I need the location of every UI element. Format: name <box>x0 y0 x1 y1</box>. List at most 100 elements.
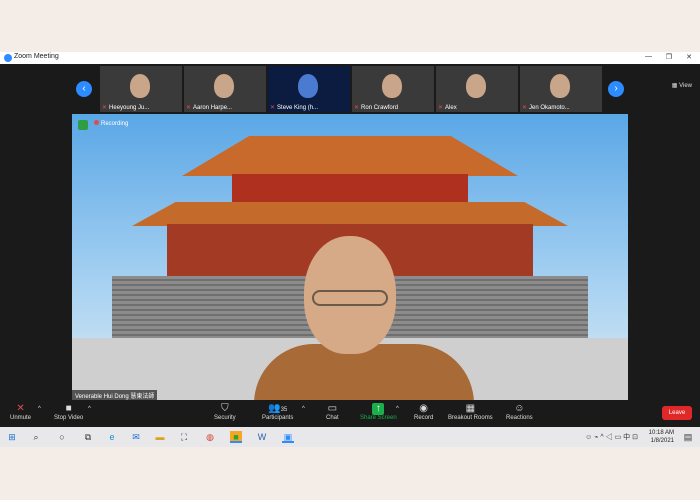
shield-icon: ⛉ <box>221 403 229 414</box>
participants-label: Participants <box>262 415 294 421</box>
input-method-label[interactable]: 中 <box>623 434 630 441</box>
participant-tile[interactable]: ✕ Aaron Harpe... <box>184 66 266 112</box>
record-label: Record <box>414 415 434 421</box>
temple-upper-hall <box>232 174 468 206</box>
reactions-button[interactable]: ☺ Reactions <box>506 403 533 421</box>
keyboard-icon[interactable]: ▭ <box>615 434 622 441</box>
reactions-label: Reactions <box>506 415 533 421</box>
unmute-label: Unmute <box>10 415 32 421</box>
share-screen-button[interactable]: ↑ Share Screen <box>360 403 397 421</box>
notification-center-icon[interactable]: ▤ <box>682 431 694 443</box>
security-button[interactable]: ⛉ Security <box>214 403 236 421</box>
chat-label: Chat <box>326 415 339 421</box>
zoom-taskbar-icon[interactable]: ▣ <box>282 431 294 443</box>
muted-mic-icon: ✕ <box>438 105 444 111</box>
window-title: Zoom Meeting <box>14 53 59 60</box>
breakout-rooms-label: Breakout Rooms <box>448 415 493 421</box>
windows-start-icon[interactable]: ⊞ <box>6 431 18 443</box>
participant-name: Jen Okamoto... <box>529 105 570 111</box>
participant-avatar <box>214 74 234 98</box>
search-icon[interactable]: ⌕ <box>30 431 42 443</box>
windows-taskbar: ⊞ ⌕ ○ ⧉ e ✉ ▬ ⛶ ◍ ■ W ▣ ☺ ⌁ ^ ◁ ▭ 中 ⊡ 10… <box>0 427 700 447</box>
line-app-icon[interactable]: ■ <box>230 431 242 443</box>
smiley-icon: ☺ <box>514 403 525 414</box>
minimize-icon[interactable]: — <box>645 53 652 60</box>
stop-video-label: Stop Video <box>54 415 84 421</box>
title-bar: Zoom Meeting — ❐ ✕ <box>0 52 700 64</box>
participant-name: Ron Crawford <box>361 105 399 111</box>
file-explorer-icon[interactable]: ▬ <box>154 431 166 443</box>
breakout-rooms-button[interactable]: ▦ Breakout Rooms <box>448 403 493 421</box>
stop-video-button[interactable]: ■ Stop Video <box>54 403 83 421</box>
participant-tile[interactable]: ✕ Steve King (h... <box>268 66 350 112</box>
network-icon[interactable]: ⌁ <box>594 434 598 441</box>
chat-bubble-icon: ▭ <box>327 403 338 414</box>
participant-avatar <box>466 74 486 98</box>
next-page-button[interactable]: › <box>608 81 624 97</box>
record-icon: ◉ <box>419 403 429 414</box>
recording-indicator: Recording <box>94 120 128 127</box>
video-options-caret-icon[interactable]: ^ <box>88 406 91 412</box>
store-icon[interactable]: ⛶ <box>178 431 190 443</box>
view-button[interactable]: ▦ View <box>672 82 692 89</box>
share-screen-label: Share Screen <box>360 415 397 421</box>
recording-label: Recording <box>101 121 129 127</box>
participant-avatar <box>130 74 150 98</box>
chat-button[interactable]: ▭ Chat <box>326 403 339 421</box>
participant-avatar <box>550 74 570 98</box>
leave-button[interactable]: Leave <box>662 406 692 420</box>
encryption-shield-icon[interactable] <box>78 120 88 130</box>
close-icon[interactable]: ✕ <box>686 53 692 61</box>
view-label: View <box>679 83 692 89</box>
chrome-icon[interactable]: ◍ <box>204 431 216 443</box>
participant-name: Steve King (h... <box>277 105 319 111</box>
participants-caret-icon[interactable]: ^ <box>302 406 305 412</box>
audio-options-caret-icon[interactable]: ^ <box>38 406 41 412</box>
record-button[interactable]: ◉ Record <box>414 403 433 421</box>
participant-tile[interactable]: ✕ Ron Crawford <box>352 66 434 112</box>
muted-mic-icon: ✕ <box>186 105 192 111</box>
security-label: Security <box>214 415 236 421</box>
chevron-up-icon[interactable]: ^ <box>600 434 603 441</box>
participant-tile[interactable]: ✕ Heeyoung Ju... <box>100 66 182 112</box>
share-options-caret-icon[interactable]: ^ <box>396 406 399 412</box>
muted-mic-icon: ✕ <box>354 105 360 111</box>
clock-time: 10:18 AM <box>648 430 674 436</box>
grid-icon: ▦ <box>671 83 680 89</box>
participants-count: 35 <box>280 407 288 413</box>
unmute-button[interactable]: ✕ Unmute <box>10 403 31 421</box>
participant-name: Alex <box>445 105 457 111</box>
participant-tile[interactable]: ✕ Alex <box>436 66 518 112</box>
participant-name: Aaron Harpe... <box>193 105 233 111</box>
mail-icon[interactable]: ✉ <box>130 431 142 443</box>
zoom-logo-icon <box>4 54 12 62</box>
breakout-grid-icon: ▦ <box>465 403 476 414</box>
prev-page-button[interactable]: ‹ <box>76 81 92 97</box>
clock[interactable]: 10:18 AM 1/8/2021 <box>649 429 674 445</box>
volume-icon[interactable]: ◁ <box>606 434 613 441</box>
participant-avatar <box>382 74 402 98</box>
participants-icon: 👥 <box>268 403 281 414</box>
maximize-icon[interactable]: ❐ <box>666 53 672 61</box>
meeting-toolbar: ✕ Unmute ^ ■ Stop Video ^ ⛉ Security 👥35 Par… <box>0 400 700 427</box>
clock-date: 1/8/2021 <box>650 438 674 444</box>
recording-dot-icon <box>94 120 99 125</box>
muted-mic-icon: ✕ <box>270 105 276 111</box>
edge-browser-icon[interactable]: e <box>106 431 118 443</box>
participant-tile[interactable]: ✕ Jen Okamoto... <box>520 66 602 112</box>
share-arrow-icon: ↑ <box>372 403 385 415</box>
muted-mic-icon: ✕ <box>16 403 25 414</box>
muted-mic-icon: ✕ <box>102 105 108 111</box>
zoom-window: Zoom Meeting — ❐ ✕ ‹ ✕ Heeyoung Ju... ✕ Aa… <box>0 52 700 447</box>
participants-button[interactable]: 👥35 Participants <box>262 403 293 421</box>
participant-avatar <box>298 74 318 98</box>
video-camera-icon: ■ <box>65 403 72 414</box>
temple-lower-roof <box>132 202 568 226</box>
task-view-icon[interactable]: ○ <box>56 431 68 443</box>
temple-upper-roof <box>182 136 518 176</box>
task-view-windows-icon[interactable]: ⧉ <box>82 431 94 443</box>
word-icon[interactable]: W <box>256 431 268 443</box>
language-icon[interactable]: ⊡ <box>632 434 638 441</box>
muted-mic-icon: ✕ <box>522 105 528 111</box>
people-icon[interactable]: ☺ <box>585 434 592 441</box>
